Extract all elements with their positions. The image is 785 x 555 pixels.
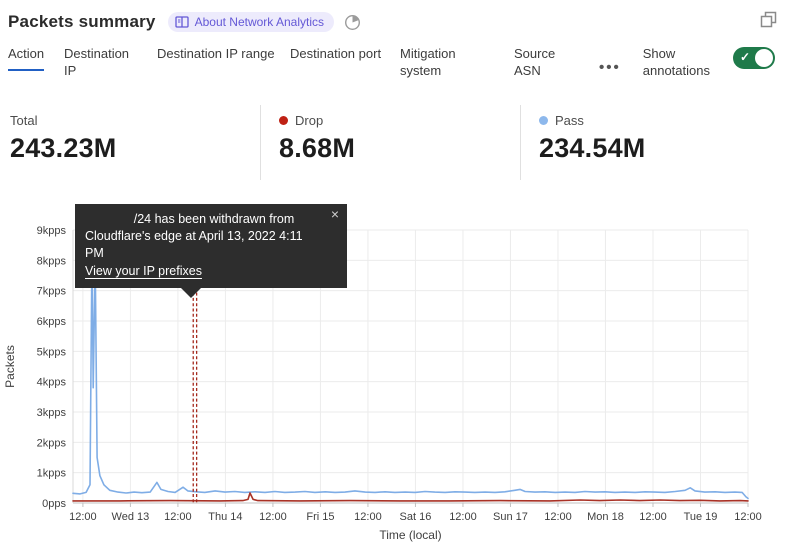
x-tick-label: Tue 19 bbox=[684, 511, 718, 523]
show-annotations-toggle[interactable]: ✓ bbox=[733, 47, 775, 69]
tab-label: Action bbox=[8, 45, 44, 71]
stat-value: 234.54M bbox=[539, 133, 780, 164]
more-tabs-button[interactable]: ••• bbox=[599, 59, 621, 76]
x-tick-label: 12:00 bbox=[734, 511, 762, 523]
y-axis-title: Packets bbox=[3, 345, 17, 388]
toggle-knob bbox=[755, 49, 773, 67]
stat-label: Drop bbox=[295, 113, 323, 128]
stat-label: Pass bbox=[555, 113, 584, 128]
y-tick-label: 8kpps bbox=[37, 255, 67, 267]
x-tick-label: Thu 14 bbox=[208, 511, 242, 523]
stat-value: 243.23M bbox=[10, 133, 260, 164]
x-tick-label: 12:00 bbox=[259, 511, 287, 523]
tab-label: Destination IP bbox=[64, 45, 142, 86]
expand-icon[interactable] bbox=[760, 11, 777, 33]
x-tick-label: Sat 16 bbox=[400, 511, 432, 523]
tab-label: Mitigation system bbox=[400, 45, 494, 86]
about-network-analytics-badge[interactable]: About Network Analytics bbox=[168, 12, 334, 32]
stat-label: Total bbox=[10, 113, 37, 128]
y-tick-label: 4kpps bbox=[37, 377, 67, 389]
tab-action[interactable]: Action bbox=[8, 45, 54, 71]
x-tick-label: 12:00 bbox=[354, 511, 382, 523]
tab-destination-port[interactable]: Destination port bbox=[290, 45, 382, 69]
y-tick-label: 1kpps bbox=[37, 468, 67, 480]
stat-total: Total 243.23M bbox=[0, 105, 260, 180]
check-icon: ✓ bbox=[740, 50, 750, 64]
series-line-drop bbox=[73, 493, 748, 501]
stat-pass: Pass 234.54M bbox=[520, 105, 780, 180]
tab-label: Destination port bbox=[290, 45, 381, 69]
badge-label: About Network Analytics bbox=[195, 15, 324, 29]
annotation-tooltip: /24 has been withdrawn from Cloudflare's… bbox=[75, 204, 347, 288]
x-tick-label: Mon 18 bbox=[587, 511, 624, 523]
tooltip-arrow bbox=[181, 288, 201, 298]
packets-summary-panel: Packets summary About Network Analytics bbox=[0, 0, 785, 555]
tabs-container: Action Destination IP Destination IP range… bbox=[8, 45, 599, 86]
y-tick-label: 9kpps bbox=[37, 225, 67, 237]
header-bar: Packets summary About Network Analytics bbox=[8, 8, 777, 36]
x-tick-label: Wed 13 bbox=[112, 511, 150, 523]
view-ip-prefixes-link[interactable]: View your IP prefixes bbox=[85, 263, 202, 280]
tooltip-line1: /24 has been withdrawn from bbox=[85, 211, 323, 228]
stat-value: 8.68M bbox=[279, 133, 520, 164]
x-tick-label: 12:00 bbox=[639, 511, 667, 523]
tab-destination-ip[interactable]: Destination IP bbox=[64, 45, 142, 86]
drop-legend-dot bbox=[279, 116, 288, 125]
y-tick-label: 5kpps bbox=[37, 346, 67, 358]
stat-drop: Drop 8.68M bbox=[260, 105, 520, 180]
x-tick-label: 12:00 bbox=[69, 511, 97, 523]
x-axis-title: Time (local) bbox=[379, 528, 441, 542]
y-tick-label: 3kpps bbox=[37, 407, 67, 419]
tab-source-asn[interactable]: Source ASN bbox=[514, 45, 576, 86]
show-annotations-label: Show annotations bbox=[643, 45, 727, 79]
tab-label: Source ASN bbox=[514, 45, 576, 86]
pass-legend-dot bbox=[539, 116, 548, 125]
x-tick-label: Fri 15 bbox=[306, 511, 334, 523]
x-tick-label: 12:00 bbox=[164, 511, 192, 523]
book-icon bbox=[175, 16, 189, 28]
y-tick-label: 2kpps bbox=[37, 437, 67, 449]
page-title: Packets summary bbox=[8, 12, 156, 32]
x-tick-label: Sun 17 bbox=[493, 511, 528, 523]
tab-mitigation-system[interactable]: Mitigation system bbox=[400, 45, 494, 86]
close-icon[interactable]: × bbox=[331, 207, 339, 221]
time-period-icon[interactable] bbox=[344, 14, 361, 31]
y-tick-label: 7kpps bbox=[37, 286, 67, 298]
stats-row: Total 243.23M Drop 8.68M Pass 234.54M bbox=[0, 105, 785, 180]
x-tick-label: 12:00 bbox=[449, 511, 477, 523]
tab-destination-ip-range[interactable]: Destination IP range bbox=[157, 45, 275, 69]
tab-label: Destination IP range bbox=[157, 45, 275, 69]
tooltip-line2: Cloudflare's edge at April 13, 2022 4:11… bbox=[85, 228, 323, 262]
x-tick-label: 12:00 bbox=[544, 511, 572, 523]
y-tick-label: 6kpps bbox=[37, 316, 67, 328]
dimension-tab-bar: Action Destination IP Destination IP range… bbox=[8, 45, 775, 86]
y-tick-label: 0pps bbox=[42, 498, 66, 510]
